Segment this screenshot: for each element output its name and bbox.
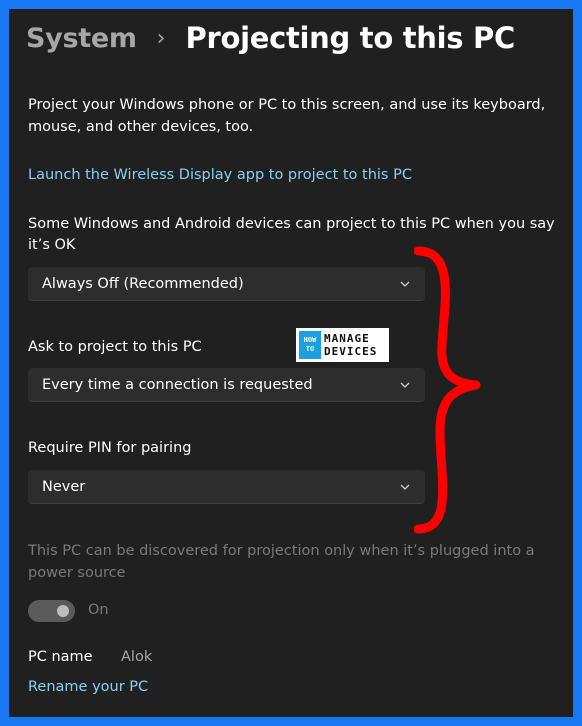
breadcrumb-parent-system[interactable]: System xyxy=(26,23,137,54)
logo-text: MANAGE DEVICES xyxy=(324,332,377,358)
rename-pc-link[interactable]: Rename your PC xyxy=(28,679,148,695)
ask-to-project-dropdown[interactable]: Every time a connection is requested xyxy=(28,368,425,402)
breadcrumb: System › Projecting to this PC xyxy=(26,21,515,55)
chevron-down-icon xyxy=(399,278,411,290)
power-source-toggle[interactable] xyxy=(28,600,75,622)
availability-value: Always Off (Recommended) xyxy=(42,275,244,292)
require-pin-dropdown[interactable]: Never xyxy=(28,470,425,504)
pc-name-value: Alok xyxy=(121,649,153,665)
toggle-knob xyxy=(57,605,69,617)
chevron-right-icon: › xyxy=(156,25,166,51)
pc-name-label: PC name xyxy=(28,649,93,665)
power-toggle-state: On xyxy=(88,602,109,618)
page-title: Projecting to this PC xyxy=(185,21,515,55)
logo-box: HOW TO xyxy=(299,331,321,359)
logo-line2: DEVICES xyxy=(324,345,378,358)
launch-wireless-display-link[interactable]: Launch the Wireless Display app to proje… xyxy=(28,167,412,183)
power-source-note: This PC can be discovered for projection… xyxy=(28,543,535,581)
howto-manage-devices-logo: HOW TO MANAGE DEVICES xyxy=(296,328,389,362)
availability-dropdown[interactable]: Always Off (Recommended) xyxy=(28,267,425,301)
chevron-down-icon xyxy=(399,481,411,493)
ask-to-project-value: Every time a connection is requested xyxy=(42,376,313,393)
chevron-down-icon xyxy=(399,379,411,391)
logo-line1: MANAGE xyxy=(324,332,370,345)
page-description: Project your Windows phone or PC to this… xyxy=(28,97,546,135)
settings-window: System › Projecting to this PC Project y… xyxy=(9,9,573,717)
require-pin-value: Never xyxy=(42,478,86,495)
red-brace-annotation xyxy=(414,246,481,534)
